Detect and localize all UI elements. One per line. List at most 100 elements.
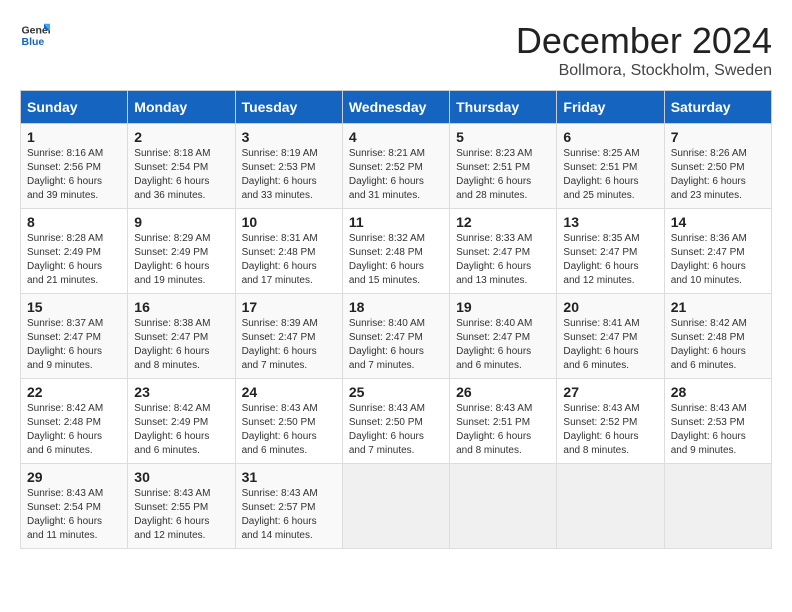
calendar-cell: 29 Sunrise: 8:43 AMSunset: 2:54 PMDayligh… — [21, 464, 128, 549]
day-details: Sunrise: 8:40 AMSunset: 2:47 PMDaylight:… — [456, 317, 550, 373]
calendar-week-row: 1 Sunrise: 8:16 AMSunset: 2:56 PMDaylight… — [21, 124, 772, 209]
calendar-cell: 6 Sunrise: 8:25 AMSunset: 2:51 PMDaylight… — [557, 124, 664, 209]
calendar-cell: 14Sunrise: 8:36 AMSunset: 2:47 PMDayligh… — [664, 209, 771, 294]
day-details: Sunrise: 8:36 AMSunset: 2:47 PMDaylight:… — [671, 232, 765, 288]
day-details: Sunrise: 8:35 AMSunset: 2:47 PMDaylight:… — [563, 232, 657, 288]
calendar-cell: 30Sunrise: 8:43 AMSunset: 2:55 PMDayligh… — [128, 464, 235, 549]
column-header-tuesday: Tuesday — [235, 91, 342, 124]
column-header-friday: Friday — [557, 91, 664, 124]
day-number: 11 — [349, 214, 443, 230]
day-details: Sunrise: 8:42 AMSunset: 2:48 PMDaylight:… — [27, 402, 121, 458]
column-header-sunday: Sunday — [21, 91, 128, 124]
day-details: Sunrise: 8:28 AMSunset: 2:49 PMDaylight:… — [27, 232, 121, 288]
calendar-cell: 23Sunrise: 8:42 AMSunset: 2:49 PMDayligh… — [128, 379, 235, 464]
calendar-cell: 10 Sunrise: 8:31 AMSunset: 2:48 PMDayligh… — [235, 209, 342, 294]
calendar-cell: 8Sunrise: 8:28 AMSunset: 2:49 PMDaylight… — [21, 209, 128, 294]
calendar-cell: 5Sunrise: 8:23 AMSunset: 2:51 PMDaylight… — [450, 124, 557, 209]
day-details: Sunrise: 8:43 AMSunset: 2:53 PMDaylight:… — [671, 402, 765, 458]
day-number: 22 — [27, 384, 121, 400]
calendar-cell: 28 Sunrise: 8:43 AMSunset: 2:53 PMDayligh… — [664, 379, 771, 464]
calendar-cell — [342, 464, 449, 549]
day-details: Sunrise: 8:43 AMSunset: 2:57 PMDaylight:… — [242, 487, 336, 543]
day-number: 7 — [671, 129, 765, 145]
svg-text:Blue: Blue — [22, 36, 45, 48]
calendar-cell: 19 Sunrise: 8:40 AMSunset: 2:47 PMDayligh… — [450, 294, 557, 379]
day-number: 29 — [27, 469, 121, 485]
day-details: Sunrise: 8:31 AMSunset: 2:48 PMDaylight:… — [242, 232, 336, 288]
calendar-cell: 13 Sunrise: 8:35 AMSunset: 2:47 PMDayligh… — [557, 209, 664, 294]
day-details: Sunrise: 8:16 AMSunset: 2:56 PMDaylight:… — [27, 147, 121, 203]
calendar-cell: 15 Sunrise: 8:37 AMSunset: 2:47 PMDayligh… — [21, 294, 128, 379]
calendar-cell: 21 Sunrise: 8:42 AMSunset: 2:48 PMDayligh… — [664, 294, 771, 379]
calendar-cell: 1 Sunrise: 8:16 AMSunset: 2:56 PMDaylight… — [21, 124, 128, 209]
calendar-header-row: SundayMondayTuesdayWednesdayThursdayFrid… — [21, 91, 772, 124]
column-header-thursday: Thursday — [450, 91, 557, 124]
day-details: Sunrise: 8:43 AMSunset: 2:50 PMDaylight:… — [349, 402, 443, 458]
day-details: Sunrise: 8:19 AMSunset: 2:53 PMDaylight:… — [242, 147, 336, 203]
day-number: 5 — [456, 129, 550, 145]
day-number: 18 — [349, 299, 443, 315]
title-area: December 2024 Bollmora, Stockholm, Swede… — [516, 20, 772, 80]
day-details: Sunrise: 8:32 AMSunset: 2:48 PMDaylight:… — [349, 232, 443, 288]
day-number: 23 — [134, 384, 228, 400]
day-details: Sunrise: 8:41 AMSunset: 2:47 PMDaylight:… — [563, 317, 657, 373]
day-number: 28 — [671, 384, 765, 400]
calendar-cell: 3 Sunrise: 8:19 AMSunset: 2:53 PMDaylight… — [235, 124, 342, 209]
calendar-cell: 20 Sunrise: 8:41 AMSunset: 2:47 PMDayligh… — [557, 294, 664, 379]
day-number: 9 — [134, 214, 228, 230]
logo-icon: General Blue — [20, 20, 50, 50]
column-header-saturday: Saturday — [664, 91, 771, 124]
calendar-cell: 12 Sunrise: 8:33 AMSunset: 2:47 PMDayligh… — [450, 209, 557, 294]
calendar-cell: 7 Sunrise: 8:26 AMSunset: 2:50 PMDaylight… — [664, 124, 771, 209]
day-details: Sunrise: 8:33 AMSunset: 2:47 PMDaylight:… — [456, 232, 550, 288]
day-number: 21 — [671, 299, 765, 315]
calendar-cell: 16Sunrise: 8:38 AMSunset: 2:47 PMDayligh… — [128, 294, 235, 379]
calendar-cell: 18 Sunrise: 8:40 AMSunset: 2:47 PMDayligh… — [342, 294, 449, 379]
day-details: Sunrise: 8:21 AMSunset: 2:52 PMDaylight:… — [349, 147, 443, 203]
day-number: 1 — [27, 129, 121, 145]
day-details: Sunrise: 8:43 AMSunset: 2:52 PMDaylight:… — [563, 402, 657, 458]
calendar-cell: 17 Sunrise: 8:39 AMSunset: 2:47 PMDayligh… — [235, 294, 342, 379]
calendar-cell: 25 Sunrise: 8:43 AMSunset: 2:50 PMDayligh… — [342, 379, 449, 464]
day-number: 4 — [349, 129, 443, 145]
day-number: 6 — [563, 129, 657, 145]
day-number: 24 — [242, 384, 336, 400]
day-details: Sunrise: 8:26 AMSunset: 2:50 PMDaylight:… — [671, 147, 765, 203]
calendar-cell — [664, 464, 771, 549]
calendar-week-row: 8Sunrise: 8:28 AMSunset: 2:49 PMDaylight… — [21, 209, 772, 294]
day-number: 15 — [27, 299, 121, 315]
day-number: 3 — [242, 129, 336, 145]
day-number: 31 — [242, 469, 336, 485]
column-header-monday: Monday — [128, 91, 235, 124]
day-details: Sunrise: 8:37 AMSunset: 2:47 PMDaylight:… — [27, 317, 121, 373]
day-number: 13 — [563, 214, 657, 230]
day-details: Sunrise: 8:43 AMSunset: 2:51 PMDaylight:… — [456, 402, 550, 458]
day-number: 17 — [242, 299, 336, 315]
calendar-week-row: 29 Sunrise: 8:43 AMSunset: 2:54 PMDayligh… — [21, 464, 772, 549]
day-number: 10 — [242, 214, 336, 230]
column-header-wednesday: Wednesday — [342, 91, 449, 124]
calendar-cell: 2Sunrise: 8:18 AMSunset: 2:54 PMDaylight… — [128, 124, 235, 209]
day-details: Sunrise: 8:18 AMSunset: 2:54 PMDaylight:… — [134, 147, 228, 203]
day-details: Sunrise: 8:43 AMSunset: 2:54 PMDaylight:… — [27, 487, 121, 543]
day-number: 30 — [134, 469, 228, 485]
month-title: December 2024 — [516, 20, 772, 62]
calendar-cell: 24 Sunrise: 8:43 AMSunset: 2:50 PMDayligh… — [235, 379, 342, 464]
day-details: Sunrise: 8:39 AMSunset: 2:47 PMDaylight:… — [242, 317, 336, 373]
day-number: 12 — [456, 214, 550, 230]
calendar-week-row: 22 Sunrise: 8:42 AMSunset: 2:48 PMDayligh… — [21, 379, 772, 464]
day-details: Sunrise: 8:38 AMSunset: 2:47 PMDaylight:… — [134, 317, 228, 373]
day-details: Sunrise: 8:25 AMSunset: 2:51 PMDaylight:… — [563, 147, 657, 203]
day-number: 19 — [456, 299, 550, 315]
calendar-cell — [450, 464, 557, 549]
day-number: 20 — [563, 299, 657, 315]
calendar-week-row: 15 Sunrise: 8:37 AMSunset: 2:47 PMDayligh… — [21, 294, 772, 379]
day-details: Sunrise: 8:43 AMSunset: 2:50 PMDaylight:… — [242, 402, 336, 458]
day-details: Sunrise: 8:40 AMSunset: 2:47 PMDaylight:… — [349, 317, 443, 373]
location-title: Bollmora, Stockholm, Sweden — [516, 62, 772, 80]
day-details: Sunrise: 8:42 AMSunset: 2:48 PMDaylight:… — [671, 317, 765, 373]
day-number: 27 — [563, 384, 657, 400]
calendar-cell: 9Sunrise: 8:29 AMSunset: 2:49 PMDaylight… — [128, 209, 235, 294]
calendar-cell — [557, 464, 664, 549]
day-number: 25 — [349, 384, 443, 400]
